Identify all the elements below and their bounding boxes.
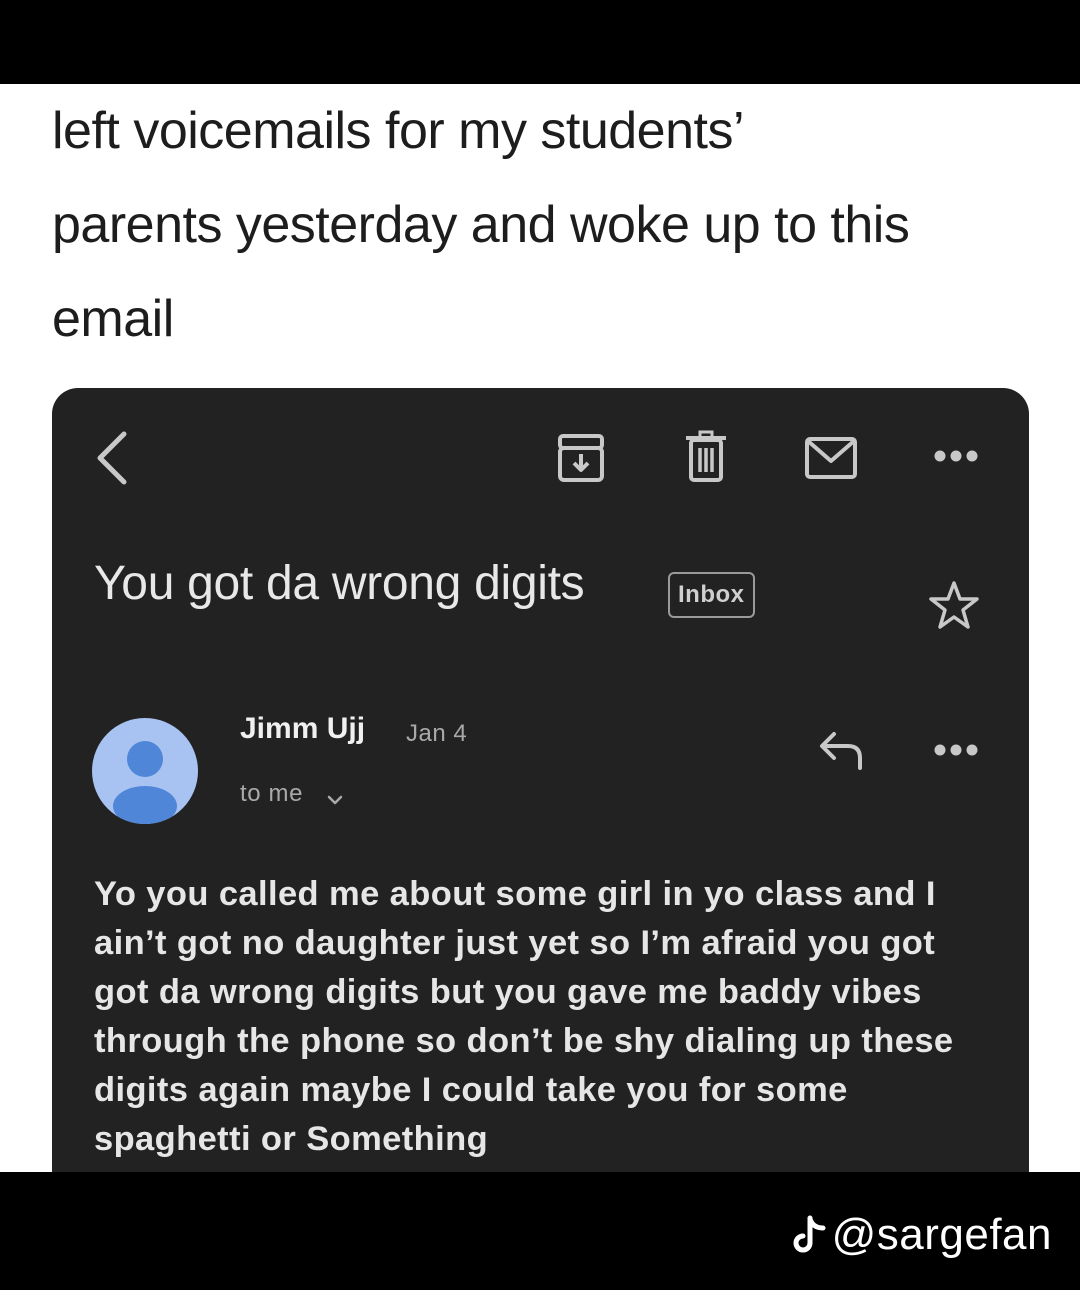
post-caption: left voicemails for my students’ parents… — [52, 84, 1042, 366]
recipient-label[interactable]: to me — [240, 780, 303, 808]
mail-icon[interactable] — [804, 436, 858, 480]
caption-line-3: email — [52, 290, 174, 348]
bottom-black-bar: @sargefan — [0, 1172, 1080, 1290]
inbox-badge[interactable]: Inbox — [668, 572, 755, 618]
caption-line-2: parents yesterday and woke up to this — [52, 196, 910, 254]
tiktok-icon — [793, 1215, 826, 1253]
email-body: Yo you called me about some girl in yo c… — [94, 875, 954, 1158]
watermark: @sargefan — [792, 1210, 1052, 1260]
email-screenshot: You got da wrong digits Inbox Jimm Ujj J… — [52, 388, 1029, 1172]
star-icon[interactable] — [928, 580, 980, 630]
more-icon[interactable] — [932, 448, 980, 464]
post: left voicemails for my students’ parents… — [0, 84, 1080, 1172]
sender-name[interactable]: Jimm Ujj — [240, 712, 365, 746]
caption-line-1: left voicemails for my students’ — [52, 102, 745, 160]
reply-icon[interactable] — [818, 728, 866, 772]
avatar-icon[interactable] — [92, 718, 198, 824]
top-black-bar — [0, 0, 1080, 84]
email-date: Jan 4 — [406, 720, 468, 747]
back-icon[interactable] — [92, 428, 132, 488]
archive-icon[interactable] — [556, 432, 606, 484]
email-subject: You got da wrong digits — [94, 557, 585, 610]
message-more-icon[interactable] — [932, 742, 980, 758]
chevron-down-icon[interactable] — [326, 794, 344, 806]
trash-icon[interactable] — [684, 430, 728, 484]
watermark-handle: @sargefan — [831, 1210, 1052, 1259]
